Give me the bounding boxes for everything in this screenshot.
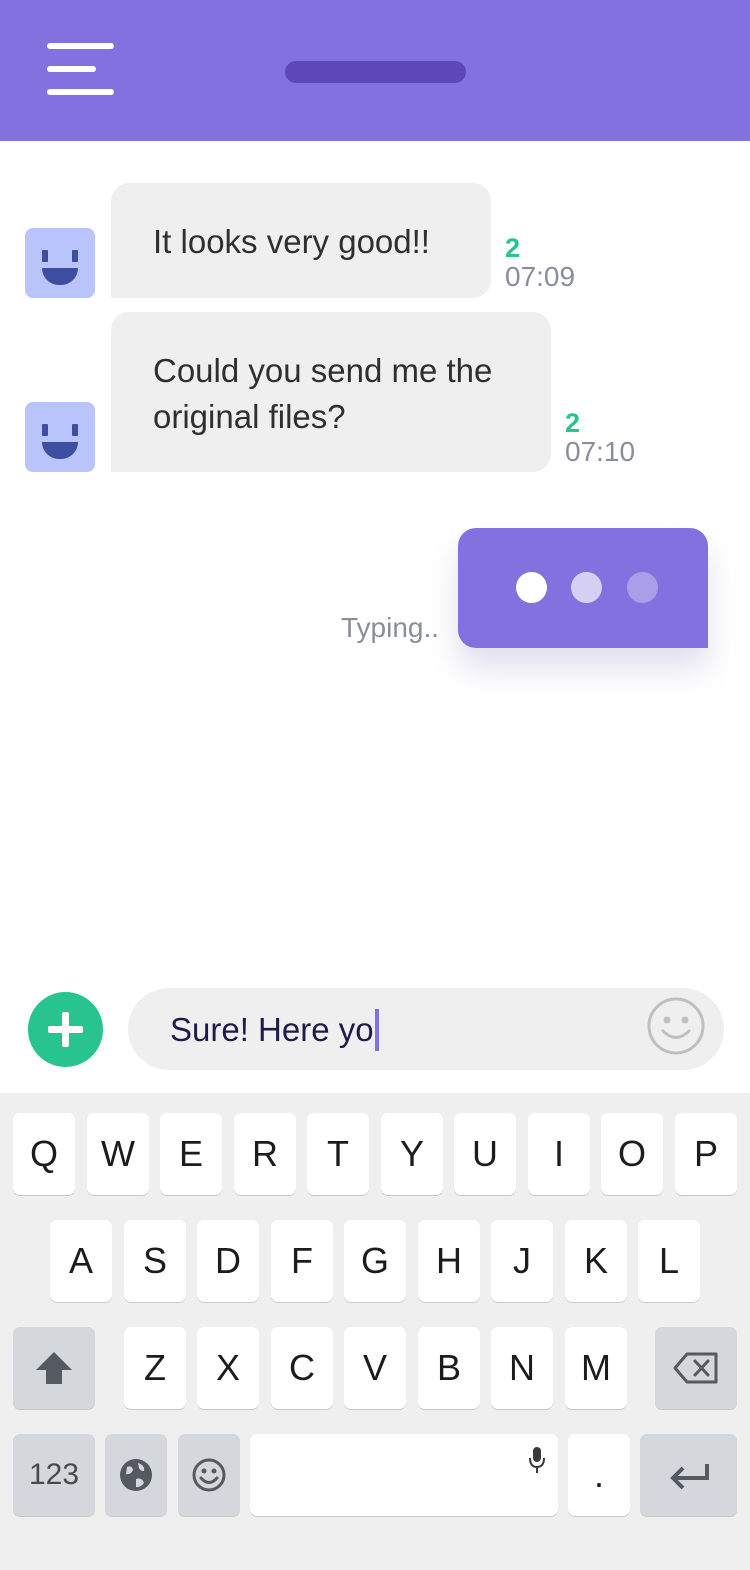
numbers-key[interactable]: 123	[13, 1434, 95, 1516]
emoji-key[interactable]	[178, 1434, 240, 1516]
globe-key[interactable]	[105, 1434, 167, 1516]
key-j[interactable]: J	[491, 1220, 553, 1302]
key-y[interactable]: Y	[381, 1113, 443, 1195]
app-header	[0, 0, 750, 141]
key-n[interactable]: N	[491, 1327, 553, 1409]
incoming-message: It looks very good!!	[111, 183, 491, 298]
text-caret	[374, 1009, 379, 1051]
header-title-placeholder	[285, 61, 466, 83]
add-attachment-button[interactable]	[28, 992, 103, 1067]
return-key[interactable]	[640, 1434, 737, 1516]
message-count: 2	[505, 233, 521, 263]
key-k[interactable]: K	[565, 1220, 627, 1302]
contact-avatar	[25, 402, 95, 472]
key-l[interactable]: L	[638, 1220, 700, 1302]
message-time: 07:09	[505, 261, 576, 292]
key-o[interactable]: O	[601, 1113, 663, 1195]
key-d[interactable]: D	[197, 1220, 259, 1302]
return-icon	[669, 1464, 709, 1490]
contact-avatar	[25, 228, 95, 298]
emoji-keyboard-icon	[192, 1458, 226, 1492]
key-f[interactable]: F	[271, 1220, 333, 1302]
key-g[interactable]: G	[344, 1220, 406, 1302]
message-time: 07:10	[565, 436, 636, 467]
key-z[interactable]: Z	[124, 1327, 186, 1409]
key-h[interactable]: H	[418, 1220, 480, 1302]
backspace-icon	[673, 1352, 718, 1384]
key-x[interactable]: X	[197, 1327, 259, 1409]
key-i[interactable]: I	[528, 1113, 590, 1195]
period-key[interactable]: .	[568, 1434, 630, 1516]
key-a[interactable]: A	[50, 1220, 112, 1302]
key-c[interactable]: C	[271, 1327, 333, 1409]
emoji-icon[interactable]	[646, 996, 706, 1056]
key-p[interactable]: P	[675, 1113, 737, 1195]
on-screen-keyboard: Q W E R T Y U I O P A S D F G H J K L Z …	[0, 1093, 750, 1570]
typing-dot	[627, 572, 658, 603]
message-text-line: original files?	[153, 398, 346, 435]
space-key[interactable]	[250, 1434, 558, 1516]
message-input[interactable]: Sure! Here yo	[128, 988, 724, 1070]
shift-key[interactable]	[13, 1327, 95, 1409]
key-e[interactable]: E	[160, 1113, 222, 1195]
key-s[interactable]: S	[124, 1220, 186, 1302]
key-w[interactable]: W	[87, 1113, 149, 1195]
microphone-icon	[529, 1447, 545, 1473]
typing-dot	[516, 572, 547, 603]
backspace-key[interactable]	[655, 1327, 737, 1409]
menu-icon[interactable]	[47, 43, 114, 97]
message-count: 2	[565, 408, 581, 438]
message-text-line: It looks very good!!	[153, 223, 430, 260]
key-m[interactable]: M	[565, 1327, 627, 1409]
shift-icon	[36, 1352, 72, 1384]
key-t[interactable]: T	[307, 1113, 369, 1195]
incoming-message: Could you send me the original files?	[111, 312, 551, 472]
key-b[interactable]: B	[418, 1327, 480, 1409]
message-input-value: Sure! Here yo	[170, 1011, 374, 1048]
key-v[interactable]: V	[344, 1327, 406, 1409]
key-r[interactable]: R	[234, 1113, 296, 1195]
message-text-line: Could you send me the	[153, 352, 493, 389]
globe-icon	[120, 1459, 152, 1491]
typing-label: Typing..	[341, 612, 440, 643]
typing-dot	[571, 572, 602, 603]
key-q[interactable]: Q	[13, 1113, 75, 1195]
typing-indicator-bubble	[458, 528, 708, 648]
message-input-field[interactable]: Sure! Here yo	[170, 1007, 379, 1053]
key-u[interactable]: U	[454, 1113, 516, 1195]
